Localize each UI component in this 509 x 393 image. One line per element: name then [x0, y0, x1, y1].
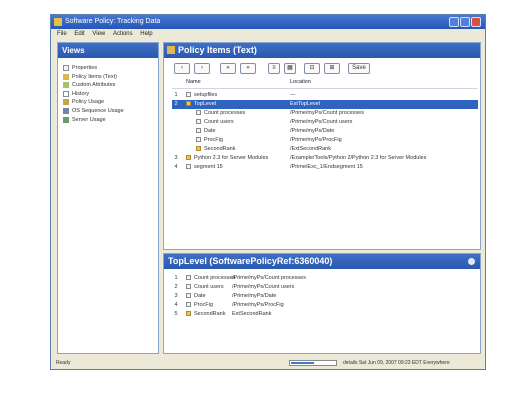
maximize-button[interactable]	[460, 17, 470, 27]
script-icon	[196, 110, 201, 116]
table-row[interactable]: Count processes /Prime/myPs/Count proces…	[172, 109, 478, 118]
package-icon	[186, 92, 191, 98]
script-icon	[186, 284, 191, 290]
attributes-icon	[63, 82, 69, 89]
nav-custom-attributes[interactable]: Custom Attributes	[58, 81, 158, 90]
script-icon	[186, 302, 191, 308]
folder-icon	[186, 155, 191, 161]
title-bar: Software Policy: Tracking Data	[51, 15, 485, 29]
nav-policy-items[interactable]: Policy Items (Text)	[58, 73, 158, 82]
grid-view-button[interactable]: ▦	[284, 63, 296, 74]
app-icon	[54, 18, 62, 26]
script-icon	[196, 119, 201, 125]
script-icon	[186, 275, 191, 281]
folder-icon	[186, 311, 191, 317]
collapse-icon[interactable]	[468, 258, 475, 265]
export-button[interactable]: ⊞	[324, 63, 340, 74]
back-button[interactable]: ‹	[174, 63, 190, 74]
menu-file[interactable]: File	[57, 29, 67, 39]
policy-items-icon	[63, 73, 69, 80]
nav-history[interactable]: History	[58, 90, 158, 99]
col-location[interactable]: Location	[290, 79, 311, 85]
table-row[interactable]: Date /Prime/myPs/Date	[172, 127, 478, 136]
script-icon	[186, 293, 191, 299]
table-row[interactable]: Count users /Prime/myPs/Count users	[172, 118, 478, 127]
menu-edit[interactable]: Edit	[74, 29, 84, 39]
column-headers: Name Location	[172, 79, 478, 89]
nav-policy-usage[interactable]: Policy Usage	[58, 98, 158, 107]
os-sequence-icon	[63, 107, 69, 114]
folder-icon	[196, 146, 201, 152]
status-bar: Ready details Sat Jun 09, 2007 09:23 EDT…	[51, 358, 485, 368]
server-icon	[63, 116, 69, 123]
status-details: details Sat Jun 09, 2007 09:23 EDT Every…	[343, 360, 450, 366]
folder-icon	[186, 101, 191, 107]
properties-icon	[63, 65, 69, 71]
detail-row[interactable]: 4 ProcFig /Prime/myPs/ProcFig	[172, 301, 478, 310]
table-row[interactable]: 4 segment 15 /Prime/Exc_1/Endsegment 15	[172, 163, 478, 172]
history-icon	[63, 90, 69, 97]
nav-properties[interactable]: Properties	[58, 64, 158, 73]
menu-actions[interactable]: Actions	[113, 29, 133, 39]
status-text: Ready	[56, 360, 71, 366]
detail-heading: TopLevel (SoftwarePolicyRef:6360040)	[164, 254, 480, 269]
forward-button[interactable]: ›	[194, 63, 210, 74]
views-pane: Views Properties Policy Items (Text) Cus…	[57, 42, 159, 354]
menu-help[interactable]: Help	[140, 29, 152, 39]
detail-row[interactable]: 2 Count users /Prime/myPs/Count users	[172, 283, 478, 292]
policy-items-heading: Policy Items (Text)	[164, 43, 480, 58]
menu-view[interactable]: View	[92, 29, 105, 39]
window-title: Software Policy: Tracking Data	[65, 18, 161, 25]
nav-server-usage[interactable]: Server Usage	[58, 116, 158, 125]
script-icon	[196, 137, 201, 143]
table-row[interactable]: SecondRank /ExtSecondRank	[172, 145, 478, 154]
table-row[interactable]: ProcFig /Prime/myPs/ProcFig	[172, 136, 478, 145]
detail-row[interactable]: 5 SecondRank ExtSecondRank	[172, 310, 478, 319]
policy-items-pane: Policy Items (Text) ‹ › « » ≡ ▦ ⊡ ⊞ Save…	[163, 42, 481, 250]
menu-bar: File Edit View Actions Help	[51, 29, 485, 39]
app-window: Software Policy: Tracking Data File Edit…	[50, 14, 486, 370]
import-button[interactable]: ⊡	[304, 63, 320, 74]
save-button[interactable]: Save	[348, 63, 370, 74]
views-heading: Views	[58, 43, 158, 58]
policy-items-icon	[167, 46, 175, 54]
progress-bar	[289, 360, 337, 366]
col-name[interactable]: Name	[186, 79, 201, 85]
table-row[interactable]: 3 Python 2.3 for Server Modules /Example…	[172, 154, 478, 163]
minimize-button[interactable]	[449, 17, 459, 27]
close-button[interactable]	[471, 17, 481, 27]
detail-row[interactable]: 1 Count processes /Prime/myPs/Count proc…	[172, 274, 478, 283]
policy-usage-icon	[63, 99, 69, 106]
list-view-button[interactable]: ≡	[268, 63, 280, 74]
detail-pane: TopLevel (SoftwarePolicyRef:6360040) 1 C…	[163, 253, 481, 354]
last-button[interactable]: »	[240, 63, 256, 74]
first-button[interactable]: «	[220, 63, 236, 74]
nav-os-sequence-usage[interactable]: OS Sequence Usage	[58, 107, 158, 116]
script-icon	[196, 128, 201, 134]
progress-fill	[291, 362, 314, 364]
table-row-selected[interactable]: 2 TopLevel ExtTopLevel	[172, 100, 478, 109]
script-icon	[186, 164, 191, 170]
table-row[interactable]: 1 setupfiles —	[172, 91, 478, 100]
detail-row[interactable]: 3 Date /Prime/myPs/Date	[172, 292, 478, 301]
